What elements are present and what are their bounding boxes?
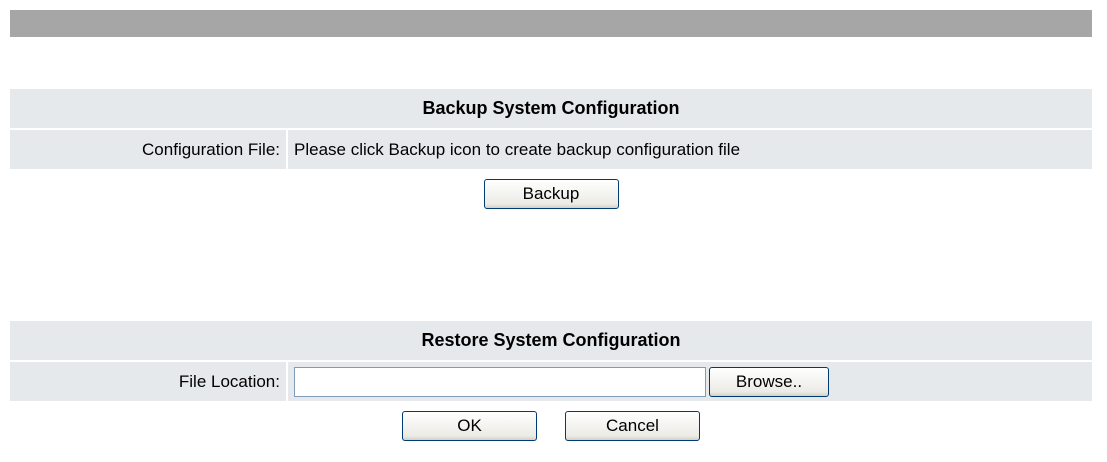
backup-section-title: Backup System Configuration	[10, 89, 1092, 128]
top-banner-bar	[10, 10, 1092, 37]
file-location-row: File Location: Browse..	[10, 362, 1092, 401]
backup-section: Backup System Configuration Configuratio…	[10, 89, 1092, 209]
file-location-field-cell: Browse..	[288, 362, 1092, 401]
restore-button-row: OK Cancel	[10, 411, 1092, 441]
file-location-input[interactable]	[294, 366, 706, 397]
backup-button[interactable]: Backup	[483, 179, 619, 209]
ok-button[interactable]: OK	[402, 411, 537, 441]
backup-button-row: Backup	[10, 179, 1092, 209]
cancel-button[interactable]: Cancel	[565, 411, 700, 441]
browse-button[interactable]: Browse..	[709, 366, 829, 397]
config-file-label: Configuration File:	[10, 130, 286, 169]
restore-section: Restore System Configuration File Locati…	[10, 321, 1092, 441]
restore-section-title: Restore System Configuration	[10, 321, 1092, 360]
config-file-row: Configuration File: Please click Backup …	[10, 130, 1092, 169]
config-file-message: Please click Backup icon to create backu…	[288, 130, 1092, 169]
file-location-label: File Location:	[10, 362, 286, 401]
